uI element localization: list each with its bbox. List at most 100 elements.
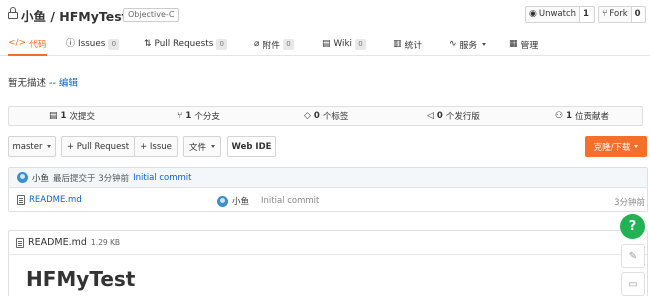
watch-button-group[interactable]: ◉ Unwatch 1 xyxy=(525,6,595,23)
tab-manage[interactable]: ▦ 管理 xyxy=(509,32,538,56)
repo-title[interactable]: 小鱼 / HFMyTest xyxy=(21,6,128,25)
repo-description: 暂无描述 -- 编辑 xyxy=(8,75,78,89)
tab-count: 0 xyxy=(108,38,120,50)
release-icon: ◁ xyxy=(427,110,434,121)
chevron-down-icon xyxy=(482,42,487,46)
tag-icon: ◇ xyxy=(304,110,311,121)
commit-meta: 最后提交于 3分钟前 xyxy=(53,173,130,184)
readme-header: README.md 1.29 KB xyxy=(9,231,647,255)
chevron-down-icon xyxy=(47,145,52,148)
chevron-down-icon xyxy=(211,145,215,148)
tab-attachments[interactable]: ⌀ 附件 0 xyxy=(254,32,295,56)
stat-contributors[interactable]: ⚇ 1 位贡献者 xyxy=(555,107,609,125)
commit-icon: ▤ xyxy=(49,110,58,121)
stat-number: 1 xyxy=(60,111,67,121)
stat-releases[interactable]: ◁ 0 个发行版 xyxy=(427,107,480,125)
stat-tags[interactable]: ◇ 0 个标签 xyxy=(304,107,348,125)
tab-count: 0 xyxy=(283,38,295,50)
web-ide-button[interactable]: Web IDE xyxy=(227,136,276,157)
tab-stats[interactable]: ▥ 统计 xyxy=(393,32,422,56)
tab-code[interactable]: </> 代码 xyxy=(8,32,47,56)
settings-icon: ▦ xyxy=(509,38,518,49)
repo-stats-bar: ▤ 1 次提交 ⑂ 1 个分支 ◇ 0 个标签 ◁ 0 个发行版 ⚇ 1 位贡献… xyxy=(8,106,643,126)
file-icon xyxy=(17,195,25,205)
new-issue-button[interactable]: + Issue xyxy=(134,136,178,157)
fork-count[interactable]: 0 xyxy=(630,7,644,22)
file-commit-time: 3分钟前 xyxy=(614,198,645,208)
stat-number: 1 xyxy=(185,111,192,121)
file-name: README.md xyxy=(29,195,82,205)
repo-tabs: </> 代码 ⓘ Issues 0 ⇅ Pull Requests 0 ⌀ 附件… xyxy=(0,32,650,56)
fork-button-group[interactable]: ⑂ Fork 0 xyxy=(598,6,646,23)
stat-label: 个分支 xyxy=(194,112,220,122)
tab-label: 代码 xyxy=(29,39,47,50)
pulse-icon: ∿ xyxy=(449,38,457,49)
unwatch-label: Unwatch xyxy=(538,9,577,19)
tab-pull-requests[interactable]: ⇅ Pull Requests 0 xyxy=(144,32,228,56)
tab-count: 0 xyxy=(355,38,367,50)
repo-header: 小鱼 / HFMyTest Objective-C ◉ Unwatch 1 ⑂ … xyxy=(0,0,650,33)
tab-label: 服务 xyxy=(459,40,478,51)
help-button[interactable]: ? xyxy=(620,214,645,239)
edit-icon: ✎ xyxy=(628,250,638,262)
avatar xyxy=(217,195,228,207)
commit-message-link[interactable]: Initial commit xyxy=(133,173,191,183)
chat-button[interactable]: ▭ xyxy=(621,272,645,296)
language-badge[interactable]: Objective-C xyxy=(123,8,180,22)
unwatch-button[interactable]: ◉ Unwatch xyxy=(526,7,579,22)
tab-count: 0 xyxy=(216,38,228,50)
paperclip-icon: ⌀ xyxy=(254,38,260,49)
file-menu-button[interactable]: 文件 xyxy=(183,136,221,157)
feedback-edit-button[interactable]: ✎ xyxy=(621,244,645,268)
tab-services[interactable]: ∿ 服务 xyxy=(449,32,487,56)
pull-request-label: + Pull Request xyxy=(66,141,130,152)
file-commit-message[interactable]: Initial commit xyxy=(261,196,319,206)
description-text: 暂无描述 -- xyxy=(8,78,56,89)
tab-label: 附件 xyxy=(262,40,281,51)
tab-label: Wiki xyxy=(333,39,353,49)
stat-label: 个发行版 xyxy=(445,112,480,122)
fork-button[interactable]: ⑂ Fork xyxy=(599,7,631,22)
stat-number: 0 xyxy=(436,111,443,121)
watch-count[interactable]: 1 xyxy=(579,7,592,22)
new-pull-request-button[interactable]: + Pull Request xyxy=(61,136,135,157)
branch-icon: ⑂ xyxy=(177,110,183,121)
contributors-icon: ⚇ xyxy=(555,110,564,121)
web-ide-label: Web IDE xyxy=(231,141,272,152)
clone-label: 克隆/下载 xyxy=(593,142,631,153)
file-label: 文件 xyxy=(188,142,206,153)
readme-panel: README.md 1.29 KB HFMyTest xyxy=(8,230,648,296)
chat-icon: ▭ xyxy=(628,278,638,290)
last-commit-bar: 小鱼 最后提交于 3分钟前 Initial commit xyxy=(9,168,647,188)
file-icon xyxy=(16,237,24,248)
file-name-link[interactable]: README.md xyxy=(17,195,82,205)
stat-number: 1 xyxy=(566,111,572,121)
tab-wiki[interactable]: ▤ Wiki 0 xyxy=(322,32,367,56)
code-icon: </> xyxy=(8,37,27,48)
stat-label: 个标签 xyxy=(322,112,349,122)
book-icon: ▤ xyxy=(322,38,331,49)
clone-download-button[interactable]: 克隆/下载 xyxy=(585,136,647,157)
tab-issues[interactable]: ⓘ Issues 0 xyxy=(66,32,120,56)
table-row[interactable]: README.md 小鱼 Initial commit 3分钟前 xyxy=(9,190,647,212)
lock-icon xyxy=(8,7,18,20)
fork-icon: ⑂ xyxy=(602,9,608,19)
branch-select[interactable]: master xyxy=(8,136,56,157)
bar-chart-icon: ▥ xyxy=(393,38,402,49)
tab-label: 统计 xyxy=(404,40,423,51)
readme-heading: HFMyTest xyxy=(26,267,136,291)
tab-label: Pull Requests xyxy=(154,39,214,49)
avatar[interactable] xyxy=(17,172,28,183)
issue-icon: ⓘ xyxy=(66,38,76,49)
tab-label: Issues xyxy=(78,39,106,49)
branch-label: master xyxy=(12,141,43,152)
edit-description-link[interactable]: 编辑 xyxy=(59,78,78,89)
fork-label: Fork xyxy=(609,9,628,19)
stat-branches[interactable]: ⑂ 1 个分支 xyxy=(177,107,220,125)
file-list: 小鱼 最后提交于 3分钟前 Initial commit README.md 小… xyxy=(8,167,648,212)
file-author[interactable]: 小鱼 xyxy=(217,195,249,207)
stat-commits[interactable]: ▤ 1 次提交 xyxy=(49,107,95,125)
commit-author[interactable]: 小鱼 xyxy=(32,172,49,184)
stat-label: 位贡献者 xyxy=(575,112,610,122)
stat-label: 次提交 xyxy=(69,112,95,122)
